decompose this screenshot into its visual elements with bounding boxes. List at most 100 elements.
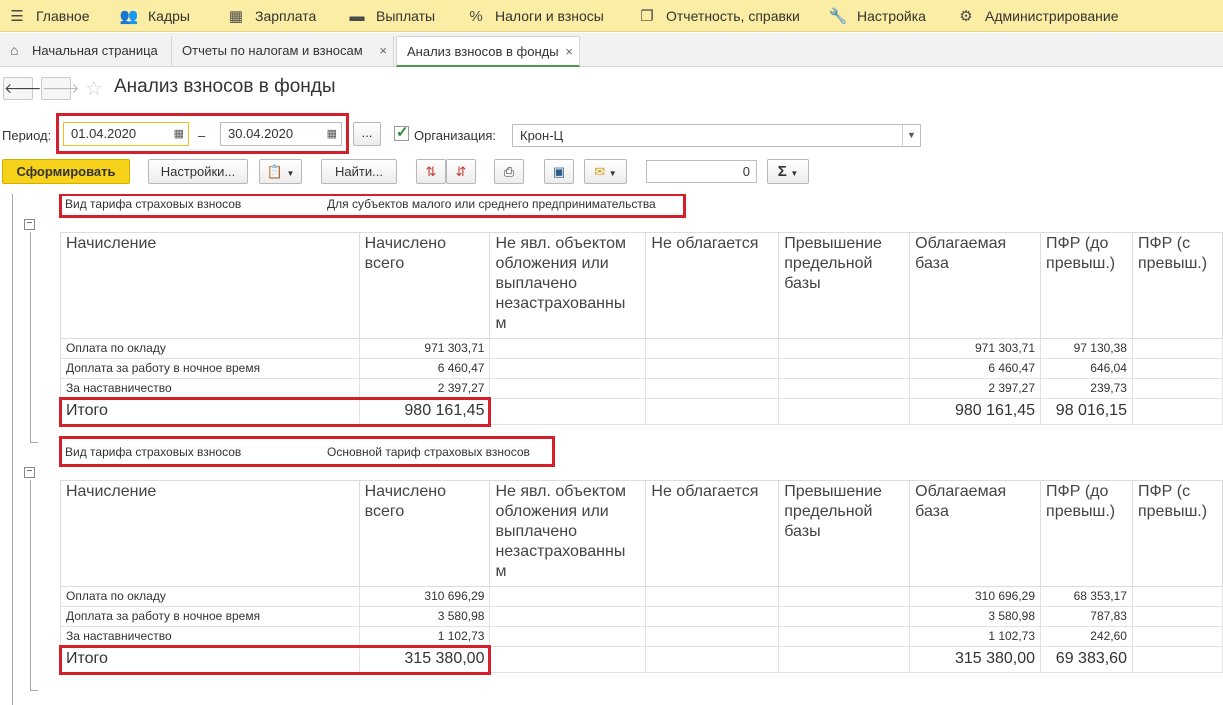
close-icon[interactable]: × <box>379 36 387 65</box>
accrual-name: Оплата по окладу <box>60 586 360 607</box>
favorite-star-icon[interactable]: ☆ <box>85 76 103 101</box>
tariff-value: Основной тариф страховых взносов <box>327 445 530 459</box>
table-row[interactable]: За наставничество 1 102,73 1 102,73 242,… <box>60 626 1223 647</box>
menu-item-salary[interactable]: ▦ Зарплата <box>225 0 316 32</box>
accrued-total: 310 696,29 <box>358 586 491 607</box>
chevron-down-icon: ▼ <box>286 169 295 178</box>
wrench-icon: 🔧 <box>828 8 848 25</box>
column-header: ПФР (с превыш.) <box>1131 232 1223 339</box>
menu-item-settings[interactable]: 🔧 Настройка <box>827 0 926 32</box>
sum-button[interactable]: Σ ▼ <box>767 159 809 184</box>
report-table: Начисление Начислено всего Не явл. объек… <box>60 232 1223 425</box>
tab-bar: ⌂ Начальная страница Отчеты по налогам и … <box>0 33 1223 67</box>
collapse-group-button[interactable]: − <box>24 467 35 478</box>
table-row[interactable]: Оплата по окладу 310 696,29 310 696,29 6… <box>60 586 1223 607</box>
accrued-total: 6 460,47 <box>358 358 491 379</box>
chevron-down-icon: ▼ <box>608 169 617 178</box>
accrued-total: 2 397,27 <box>358 378 491 399</box>
date-to-field[interactable]: 30.04.2020 ▦ <box>220 122 342 146</box>
tab-label: Отчеты по налогам и взносам <box>182 43 363 58</box>
tab-home[interactable]: ⌂ Начальная страница <box>0 36 172 67</box>
email-button[interactable]: ✉ ▼ <box>584 159 627 184</box>
menu-item-hr[interactable]: 👥 Кадры <box>118 0 190 32</box>
tab-tax-reports[interactable]: Отчеты по налогам и взносам × <box>172 36 394 67</box>
tariff-value: Для субъектов малого или среднего предпр… <box>327 197 656 211</box>
table-row[interactable]: Доплата за работу в ночное время 3 580,9… <box>60 606 1223 627</box>
chevron-down-icon[interactable]: ▼ <box>902 125 920 146</box>
tariff-label: Вид тарифа страховых взносов <box>65 445 242 459</box>
period-label: Период: <box>2 128 52 143</box>
calendar-icon[interactable]: ▦ <box>327 123 337 145</box>
tab-contributions-analysis[interactable]: Анализ взносов в фонды × <box>396 36 580 67</box>
find-button[interactable]: Найти... <box>321 159 397 184</box>
column-header: Начислено всего <box>358 480 491 587</box>
calendar-icon[interactable]: ▦ <box>174 123 184 145</box>
page-title: Анализ взносов в фонды <box>114 76 336 97</box>
table-total-row[interactable]: Итого 980 161,45 980 161,45 98 016,15 <box>60 398 1223 425</box>
table-row[interactable]: Доплата за работу в ночное время 6 460,4… <box>60 358 1223 379</box>
accrued-total: 3 580,98 <box>358 606 491 627</box>
column-header: ПФР (до превыш.) <box>1040 232 1133 339</box>
arrow-right-icon: 🡒 <box>42 80 80 96</box>
organization-value: Крон-Ц <box>520 128 564 143</box>
menu-item-label: Администрирование <box>985 8 1119 24</box>
accrual-name: Доплата за работу в ночное время <box>60 358 360 379</box>
outline-line <box>30 690 38 691</box>
table-row[interactable]: За наставничество 2 397,27 2 397,27 239,… <box>60 378 1223 399</box>
pfr-before-limit: 97 130,38 <box>1040 338 1133 359</box>
column-header: ПФР (с превыш.) <box>1131 480 1223 587</box>
taxable-base: 6 460,47 <box>909 358 1042 379</box>
date-from-value: 01.04.2020 <box>71 126 137 141</box>
date-from-field[interactable]: 01.04.2020 ▦ <box>63 122 189 146</box>
menu-item-reports[interactable]: ❐ Отчетность, справки <box>636 0 800 32</box>
taxable-base: 980 161,45 <box>909 398 1042 425</box>
sort-ascending-button[interactable]: ⇅ <box>416 159 446 184</box>
sort-descending-button[interactable]: ⇵ <box>446 159 476 184</box>
settings-button[interactable]: Настройки... <box>148 159 248 184</box>
menu-item-main[interactable]: ☰ Главное <box>6 0 90 32</box>
pfr-before-limit: 68 353,17 <box>1040 586 1133 607</box>
column-header: Не облагается <box>645 480 780 587</box>
column-header: Начисление <box>60 232 360 339</box>
taxable-base: 3 580,98 <box>909 606 1042 627</box>
menu-item-label: Главное <box>36 8 90 24</box>
date-to-value: 30.04.2020 <box>228 126 294 141</box>
taxable-base: 971 303,71 <box>909 338 1042 359</box>
back-button[interactable]: 🡐 <box>3 77 42 100</box>
column-header: Превышение предельной базы <box>778 232 911 339</box>
period-select-button[interactable]: ... <box>353 122 381 146</box>
taxable-base: 2 397,27 <box>909 378 1042 399</box>
home-icon: ⌂ <box>10 42 19 58</box>
table-row[interactable]: Оплата по окладу 971 303,71 971 303,71 9… <box>60 338 1223 359</box>
sum-value-field[interactable]: 0 <box>646 160 757 183</box>
generate-button[interactable]: Сформировать <box>2 159 130 184</box>
collapse-group-button[interactable]: − <box>24 219 35 230</box>
variants-button[interactable]: 📋 ▼ <box>259 159 302 184</box>
table-total-row[interactable]: Итого 315 380,00 315 380,00 69 383,60 <box>60 646 1223 673</box>
chevron-down-icon: ▼ <box>790 169 799 178</box>
save-button[interactable]: ▣ <box>544 159 574 184</box>
tariff-group-header: Вид тарифа страховых взносов Для субъект… <box>65 197 656 215</box>
close-icon[interactable]: × <box>565 37 573 66</box>
printer-icon: ⎙ <box>503 164 515 179</box>
column-header: ПФР (до превыш.) <box>1040 480 1133 587</box>
accrual-name: Оплата по окладу <box>60 338 360 359</box>
organization-select[interactable]: Крон-Ц ▼ <box>512 124 921 147</box>
print-button[interactable]: ⎙ <box>494 159 524 184</box>
pfr-before-limit: 646,04 <box>1040 358 1133 379</box>
forward-button[interactable]: 🡒 <box>41 77 80 100</box>
column-header: Не явл. объектом обложения или выплачено… <box>489 232 647 339</box>
clipboard-icon: 📋 <box>266 164 283 179</box>
column-header: Не облагается <box>645 232 780 339</box>
people-icon: 👥 <box>119 8 139 25</box>
organization-checkbox[interactable]: ✓ <box>394 124 409 141</box>
menu-item-taxes[interactable]: % Налоги и взносы <box>465 0 604 32</box>
menu-item-payments[interactable]: ▬ Выплаты <box>346 0 436 32</box>
table-header-row: Начисление Начислено всего Не явл. объек… <box>60 480 1223 587</box>
menu-item-label: Кадры <box>148 8 190 24</box>
table-header-row: Начисление Начислено всего Не явл. объек… <box>60 232 1223 339</box>
date-separator: – <box>198 128 206 143</box>
gear-icon: ⚙ <box>959 8 973 25</box>
menu-item-admin[interactable]: ⚙ Администрирование <box>955 0 1119 32</box>
arrow-left-icon: 🡐 <box>4 80 42 96</box>
